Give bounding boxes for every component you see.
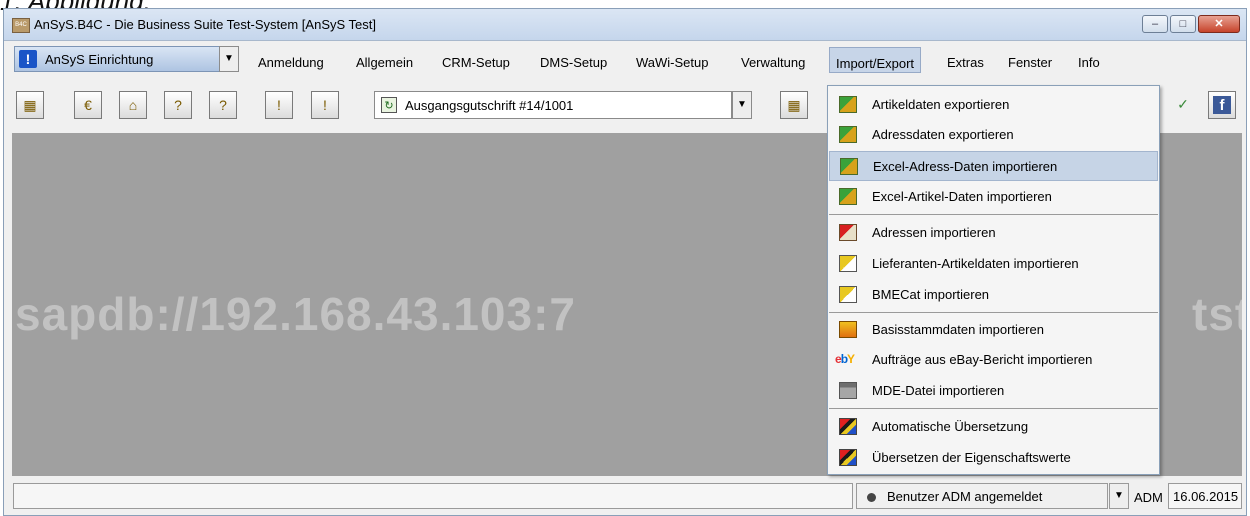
menu-wawi-setup[interactable]: WaWi-Setup bbox=[636, 55, 708, 70]
menu-item-excel-adress-daten-importieren[interactable]: Excel-Adress-Daten importieren bbox=[829, 151, 1158, 181]
facebook-button[interactable]: f bbox=[1208, 91, 1236, 119]
mode-selector[interactable]: ! AnSyS Einrichtung bbox=[14, 46, 220, 72]
open-document-icon[interactable]: ▦ bbox=[780, 91, 808, 119]
cube-icon[interactable]: ▦ bbox=[16, 91, 44, 119]
excel-import-icon bbox=[840, 158, 858, 175]
status-message bbox=[13, 483, 853, 509]
menu-verwaltung[interactable]: Verwaltung bbox=[741, 55, 805, 70]
import-export-menu: Artikeldaten exportieren Adressdaten exp… bbox=[827, 85, 1160, 475]
menu-item-mde-datei-importieren[interactable]: MDE-Datei importieren bbox=[829, 376, 1158, 406]
menu-item-adressen-importieren[interactable]: Adressen importieren bbox=[829, 218, 1158, 248]
window-title: AnSyS.B4C - Die Business Suite Test-Syst… bbox=[34, 17, 376, 32]
user-status: Benutzer ADM angemeldet bbox=[856, 483, 1108, 509]
mde-file-icon bbox=[839, 382, 857, 399]
mode-dropdown-arrow[interactable]: ▼ bbox=[219, 46, 239, 72]
info-icon: ! bbox=[19, 50, 37, 68]
menu-import-export[interactable]: Import/Export bbox=[829, 47, 922, 73]
menu-info[interactable]: Info bbox=[1078, 55, 1100, 70]
menu-fenster[interactable]: Fenster bbox=[1008, 55, 1052, 70]
menu-item-ebay-auftraege-importieren[interactable]: ebY Aufträge aus eBay-Bericht importiere… bbox=[829, 345, 1158, 375]
hint-context-icon[interactable]: ! bbox=[311, 91, 339, 119]
menu-anmeldung[interactable]: Anmeldung bbox=[258, 55, 324, 70]
connection-watermark-suffix: tst bbox=[1192, 288, 1242, 340]
menu-separator bbox=[829, 312, 1158, 313]
minimize-button[interactable]: – bbox=[1142, 15, 1168, 33]
online-status-icon bbox=[867, 493, 876, 502]
currency-cube-icon[interactable]: € bbox=[74, 91, 102, 119]
close-button[interactable]: ✕ bbox=[1198, 15, 1240, 33]
menu-item-artikeldaten-exportieren[interactable]: Artikeldaten exportieren bbox=[829, 90, 1158, 120]
status-date: 16.06.2015 bbox=[1168, 483, 1242, 509]
refresh-icon: ↻ bbox=[381, 97, 397, 113]
menu-extras[interactable]: Extras bbox=[947, 55, 984, 70]
hint-icon[interactable]: ! bbox=[265, 91, 293, 119]
menu-allgemein[interactable]: Allgemein bbox=[356, 55, 413, 70]
menu-separator bbox=[829, 214, 1158, 215]
check-icon[interactable]: ✓ bbox=[1169, 91, 1197, 119]
home-icon[interactable]: ⌂ bbox=[119, 91, 147, 119]
facebook-icon: f bbox=[1213, 96, 1231, 114]
bmecat-import-icon bbox=[839, 286, 857, 303]
menu-separator bbox=[829, 408, 1158, 409]
connection-watermark: sapdb://192.168.43.103:7 bbox=[15, 288, 576, 340]
window-controls: – □ ✕ bbox=[1142, 15, 1240, 33]
user-status-text: Benutzer ADM angemeldet bbox=[887, 489, 1043, 504]
menu-item-adressdaten-exportieren[interactable]: Adressdaten exportieren bbox=[829, 120, 1158, 150]
help-icon[interactable]: ? bbox=[164, 91, 192, 119]
base-data-import-icon bbox=[839, 321, 857, 338]
mode-label: AnSyS Einrichtung bbox=[45, 52, 154, 67]
document-combo-value: Ausgangsgutschrift #14/1001 bbox=[405, 98, 574, 113]
document-combo-arrow[interactable]: ▼ bbox=[732, 91, 752, 119]
help-context-icon[interactable]: ? bbox=[209, 91, 237, 119]
translation-icon bbox=[839, 449, 857, 466]
title-bar: B4C AnSyS.B4C - Die Business Suite Test-… bbox=[4, 9, 1246, 41]
menu-item-automatische-uebersetzung[interactable]: Automatische Übersetzung bbox=[829, 412, 1158, 442]
menu-item-basisstammdaten-importieren[interactable]: Basisstammdaten importieren bbox=[829, 315, 1158, 345]
menu-crm-setup[interactable]: CRM-Setup bbox=[442, 55, 510, 70]
status-user: ADM bbox=[1134, 490, 1163, 505]
document-combo[interactable]: ↻ Ausgangsgutschrift #14/1001 bbox=[374, 91, 732, 119]
menu-item-lieferanten-artikeldaten-importieren[interactable]: Lieferanten-Artikeldaten importieren bbox=[829, 249, 1158, 279]
menu-item-bmecat-importieren[interactable]: BMECat importieren bbox=[829, 280, 1158, 310]
app-logo-icon: B4C bbox=[12, 18, 30, 33]
excel-export-icon bbox=[839, 126, 857, 143]
supplier-import-icon bbox=[839, 255, 857, 272]
user-status-dropdown[interactable]: ▼ bbox=[1109, 483, 1129, 509]
ebay-icon: ebY bbox=[835, 352, 855, 366]
address-import-icon bbox=[839, 224, 857, 241]
maximize-button[interactable]: □ bbox=[1170, 15, 1196, 33]
excel-export-icon bbox=[839, 96, 857, 113]
menu-item-excel-artikel-daten-importieren[interactable]: Excel-Artikel-Daten importieren bbox=[829, 182, 1158, 212]
menu-item-uebersetzen-eigenschaftswerte[interactable]: Übersetzen der Eigenschaftswerte bbox=[829, 443, 1158, 473]
status-bar: Benutzer ADM angemeldet ▼ ADM 16.06.2015 bbox=[4, 481, 1246, 513]
menu-dms-setup[interactable]: DMS-Setup bbox=[540, 55, 607, 70]
menu-bar: ! AnSyS Einrichtung ▼ Anmeldung Allgemei… bbox=[4, 41, 1246, 79]
excel-import-icon bbox=[839, 188, 857, 205]
translation-icon bbox=[839, 418, 857, 435]
